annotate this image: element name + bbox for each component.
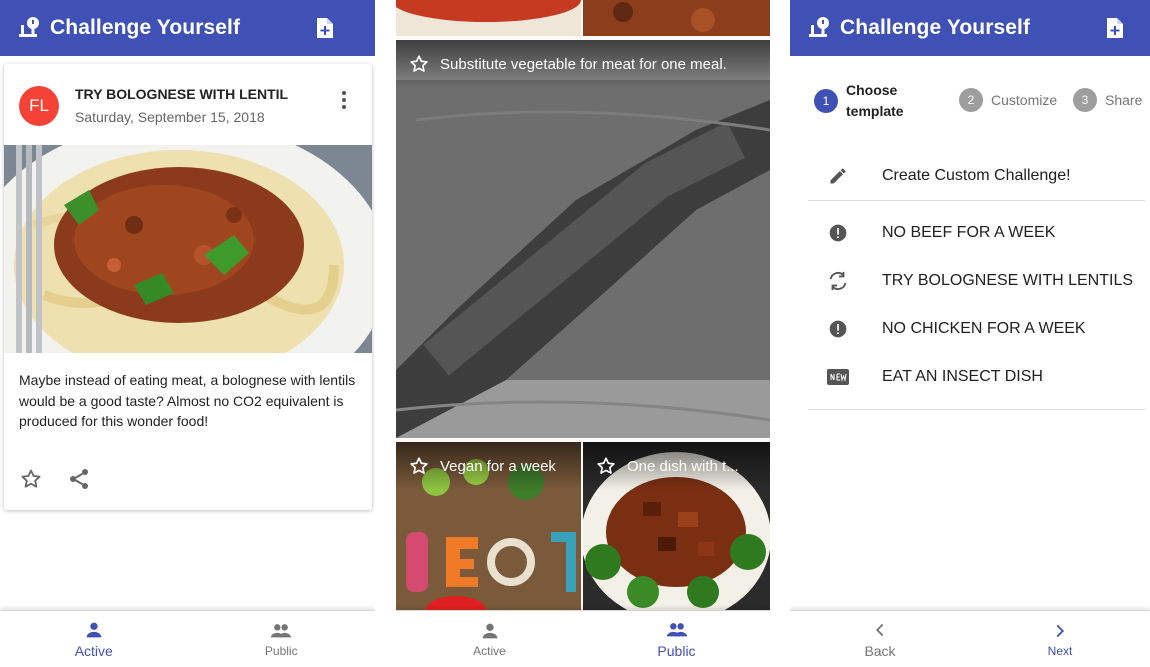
- nav-public[interactable]: Public: [583, 611, 770, 667]
- nav-active-label: Active: [74, 643, 113, 659]
- tile-label: One dish with t...: [583, 442, 770, 490]
- tile-title: Vegan for a week: [440, 457, 556, 475]
- add-document-icon[interactable]: [313, 16, 337, 40]
- tile-title: Substitute vegetable for meat for one me…: [440, 55, 727, 73]
- app-logo-icon: [19, 17, 39, 37]
- alert-circle-icon: [826, 221, 850, 245]
- step-number: 1: [814, 89, 838, 113]
- tile-substitute[interactable]: Substitute vegetable for meat for one me…: [396, 40, 770, 438]
- chevron-right-icon: [1056, 624, 1065, 638]
- next-label: Next: [1047, 644, 1073, 658]
- bolognese-photo: [4, 145, 372, 353]
- nav-public-label: Public: [657, 643, 696, 659]
- people-icon: [271, 624, 292, 638]
- person-icon: [86, 622, 102, 638]
- tile-top-left[interactable]: [396, 0, 581, 36]
- template-label: NO BEEF FOR A WEEK: [882, 224, 1056, 241]
- app-bar: Challenge Yourself: [790, 0, 1150, 56]
- tile-top-right[interactable]: [583, 0, 770, 36]
- create-custom-item[interactable]: Create Custom Challenge!: [808, 152, 1145, 200]
- back-button[interactable]: Back: [790, 611, 970, 667]
- app-logo-icon: [809, 17, 829, 37]
- more-vert-icon[interactable]: [332, 88, 356, 112]
- step-choose-template[interactable]: 1 Choose template: [814, 80, 904, 122]
- screen-create: Challenge Yourself 1 Choose template 2 C…: [790, 0, 1150, 667]
- template-item[interactable]: NO CHICKEN FOR A WEEK: [808, 305, 1145, 353]
- bottom-navigation: Active Public: [396, 610, 770, 667]
- tile-label: Vegan for a week: [396, 442, 581, 490]
- template-label: NO CHICKEN FOR A WEEK: [882, 320, 1086, 337]
- app-title: Challenge Yourself: [840, 16, 1031, 39]
- step-label-line1: Choose: [846, 82, 898, 98]
- app-title: Challenge Yourself: [50, 16, 241, 39]
- template-label: EAT AN INSECT DISH: [882, 368, 1043, 385]
- step-number: 3: [1073, 88, 1097, 112]
- pencil-icon: [826, 164, 850, 188]
- step-label: Choose template: [846, 80, 904, 122]
- share-icon[interactable]: [67, 467, 91, 491]
- star-outline-icon[interactable]: [408, 53, 430, 75]
- template-list: Create Custom Challenge! NO BEEF FOR A W…: [808, 152, 1145, 410]
- template-label: TRY BOLOGNESE WITH LENTILS: [882, 272, 1134, 289]
- step-label-line2: template: [846, 103, 904, 119]
- alert-circle-icon: [826, 317, 850, 341]
- nav-public[interactable]: Public: [188, 611, 376, 667]
- template-item[interactable]: TRY BOLOGNESE WITH LENTILS: [808, 257, 1145, 305]
- app-bar: Challenge Yourself: [0, 0, 375, 56]
- new-badge-icon: [826, 365, 850, 389]
- nav-active-label: Active: [473, 644, 506, 658]
- tile-label: Substitute vegetable for meat for one me…: [396, 40, 770, 88]
- step-share[interactable]: 3 Share: [1073, 88, 1142, 112]
- create-custom-label: Create Custom Challenge!: [882, 167, 1071, 184]
- card-actions: [19, 467, 91, 491]
- nav-public-label: Public: [264, 644, 298, 658]
- avatar: FL: [19, 86, 59, 126]
- star-outline-icon[interactable]: [595, 455, 617, 477]
- step-label: Customize: [991, 92, 1058, 108]
- star-outline-icon[interactable]: [19, 467, 43, 491]
- divider: [808, 409, 1145, 410]
- step-number: 2: [959, 88, 983, 112]
- card-date: Saturday, September 15, 2018: [75, 109, 265, 125]
- add-document-icon[interactable]: [1103, 16, 1127, 40]
- bottom-navigation: Active Public: [0, 610, 375, 667]
- nav-active[interactable]: Active: [396, 611, 583, 667]
- step-customize[interactable]: 2 Customize: [959, 88, 1057, 112]
- tile-one-dish[interactable]: One dish with t...: [583, 442, 770, 610]
- tile-title: One dish with t...: [627, 457, 739, 475]
- sync-icon: [826, 269, 850, 293]
- chevron-left-icon: [875, 623, 884, 637]
- screen-public: Substitute vegetable for meat for one me…: [396, 0, 770, 667]
- nav-active[interactable]: Active: [0, 611, 188, 667]
- template-item[interactable]: NO BEEF FOR A WEEK: [808, 209, 1145, 257]
- tile-vegan[interactable]: Vegan for a week: [396, 442, 581, 610]
- challenge-card[interactable]: FL TRY BOLOGNESE WITH LENTIL Saturday, S…: [4, 64, 372, 510]
- step-label: Share: [1105, 92, 1143, 108]
- template-item[interactable]: EAT AN INSECT DISH: [808, 353, 1145, 401]
- person-icon: [482, 623, 497, 639]
- next-button[interactable]: Next: [970, 611, 1150, 667]
- card-title: TRY BOLOGNESE WITH LENTIL: [75, 86, 289, 102]
- back-label: Back: [864, 643, 896, 659]
- screen-active: Challenge Yourself FL TRY BOLOGNESE WITH…: [0, 0, 375, 667]
- star-outline-icon[interactable]: [408, 455, 430, 477]
- card-description: Maybe instead of eating meat, a bolognes…: [19, 372, 356, 429]
- stepper-navigation: Back Next: [790, 610, 1150, 667]
- people-icon: [666, 623, 687, 637]
